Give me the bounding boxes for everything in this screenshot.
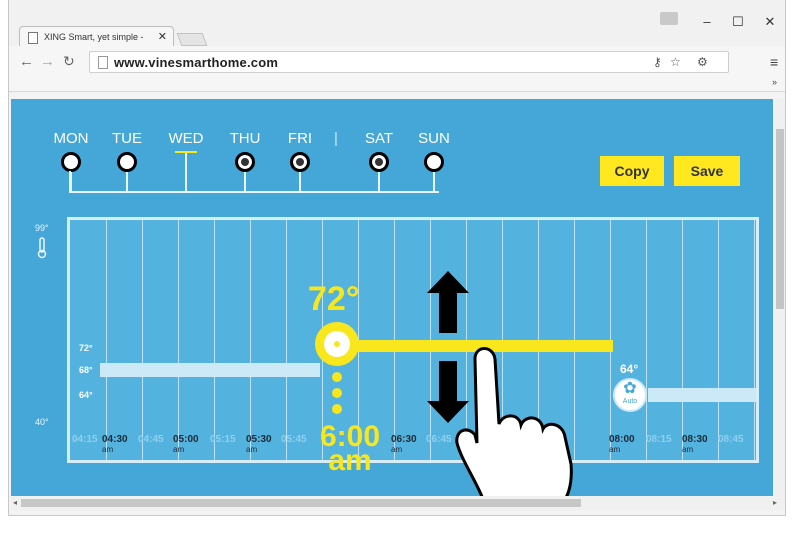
grid-line bbox=[250, 220, 251, 460]
extension-icon[interactable]: ⚙ bbox=[697, 55, 708, 69]
day-wed[interactable]: WED bbox=[166, 130, 206, 191]
chevron-icon[interactable]: » bbox=[772, 77, 777, 87]
reload-icon[interactable]: ↻ bbox=[63, 53, 75, 70]
day-toggle[interactable] bbox=[290, 152, 310, 172]
auto-label: Auto bbox=[622, 398, 638, 405]
vertical-scrollbar[interactable] bbox=[775, 99, 785, 496]
grid-line bbox=[106, 220, 107, 460]
browser-window: XING Smart, yet simple - ✕ – ☐ ✕ ← → ↻ w… bbox=[8, 0, 786, 516]
grid-line bbox=[178, 220, 179, 460]
menu-icon[interactable]: ≡ bbox=[770, 54, 778, 70]
close-tab-icon[interactable]: ✕ bbox=[158, 30, 167, 43]
day-fri[interactable]: FRI bbox=[280, 130, 320, 191]
y-max-label: 99° bbox=[35, 223, 49, 233]
connector-line bbox=[69, 171, 71, 191]
day-toggle[interactable] bbox=[61, 152, 81, 172]
maximize-button[interactable]: ☐ bbox=[723, 14, 753, 30]
url-text: www.vinesmarthome.com bbox=[114, 55, 279, 70]
temp-bar-auto bbox=[648, 388, 756, 402]
key-icon[interactable]: ⚷ bbox=[653, 55, 662, 69]
scroll-left-icon[interactable]: ◂ bbox=[13, 498, 17, 507]
current-temp: 72° bbox=[308, 280, 360, 318]
grid-line bbox=[754, 220, 755, 460]
address-bar[interactable]: www.vinesmarthome.com ⚷ ☆ ⚙ bbox=[89, 51, 729, 73]
time-label: 06:30 am bbox=[391, 434, 417, 455]
thermostat-page: MON TUE WED THU FRI SAT SUN | Copy Save 99° 40°… bbox=[11, 99, 773, 496]
day-toggle[interactable] bbox=[117, 152, 137, 172]
day-toggle[interactable] bbox=[369, 152, 389, 172]
hand-cursor-icon bbox=[455, 347, 573, 496]
time-label: 08:30 am bbox=[682, 434, 708, 455]
handle-dots bbox=[332, 372, 342, 414]
temp-label-72: 72° bbox=[79, 343, 93, 353]
y-min-label: 40° bbox=[35, 417, 49, 427]
day-sat[interactable]: SAT bbox=[359, 130, 399, 191]
temp-label-64: 64° bbox=[79, 390, 93, 400]
weekend-separator: | bbox=[334, 130, 338, 147]
time-label: 06:45 bbox=[426, 434, 452, 445]
time-label: 05:30 am bbox=[246, 434, 272, 455]
schedule-graph[interactable]: 72° 68° 64° 72° 64° ✿ Auto 04:15 04:30 am 0… bbox=[67, 217, 759, 476]
time-label: 08:15 bbox=[646, 434, 672, 445]
auto-temp-label: 64° bbox=[620, 362, 639, 376]
grid-line bbox=[214, 220, 215, 460]
bookmark-star-icon[interactable]: ☆ bbox=[670, 55, 681, 69]
day-toggle[interactable] bbox=[235, 152, 255, 172]
time-label: 05:45 bbox=[281, 434, 307, 445]
back-arrow-icon[interactable]: ← bbox=[19, 53, 34, 70]
day-toggle[interactable] bbox=[424, 152, 444, 172]
day-mon[interactable]: MON bbox=[51, 130, 91, 191]
temp-bar-low bbox=[100, 363, 320, 377]
time-label: 05:15 bbox=[210, 434, 236, 445]
grid-line bbox=[682, 220, 683, 460]
tab-title: XING Smart, yet simple - bbox=[44, 32, 144, 42]
up-arrow-icon bbox=[427, 271, 469, 333]
browser-toolbar: ← → ↻ www.vinesmarthome.com ⚷ ☆ ⚙ ≡ » bbox=[9, 46, 785, 92]
time-label: 05:00 am bbox=[173, 434, 199, 455]
time-label: 08:45 bbox=[718, 434, 744, 445]
time-handle[interactable] bbox=[315, 322, 359, 366]
time-label: 04:30 am bbox=[102, 434, 128, 455]
current-time: 6:00 am bbox=[319, 420, 381, 477]
grid-line bbox=[718, 220, 719, 460]
thermometer-icon bbox=[37, 237, 47, 259]
time-label: 04:15 bbox=[72, 434, 98, 445]
day-thu[interactable]: THU bbox=[225, 130, 265, 191]
save-button[interactable]: Save bbox=[674, 156, 740, 186]
temp-label-68: 68° bbox=[79, 365, 93, 375]
connector-line bbox=[69, 191, 439, 193]
time-label: 08:00 am bbox=[609, 434, 635, 455]
grid-line bbox=[286, 220, 287, 460]
day-tue[interactable]: TUE bbox=[107, 130, 147, 191]
user-icon[interactable] bbox=[660, 12, 678, 25]
title-bar: XING Smart, yet simple - ✕ – ☐ ✕ bbox=[9, 0, 785, 48]
time-label: 04:45 bbox=[138, 434, 164, 445]
page-icon bbox=[28, 32, 38, 44]
browser-tab[interactable]: XING Smart, yet simple - ✕ bbox=[19, 26, 174, 48]
horizontal-scrollbar[interactable]: ◂ ▸ bbox=[11, 496, 785, 510]
minimize-button[interactable]: – bbox=[692, 14, 722, 29]
scroll-right-icon[interactable]: ▸ bbox=[773, 498, 777, 507]
forward-arrow-icon[interactable]: → bbox=[40, 53, 55, 70]
copy-button[interactable]: Copy bbox=[600, 156, 664, 186]
page-icon bbox=[98, 56, 108, 69]
close-window-button[interactable]: ✕ bbox=[755, 14, 785, 30]
auto-fan-button[interactable]: ✿ Auto bbox=[613, 378, 647, 412]
grid-line bbox=[646, 220, 647, 460]
day-sun[interactable]: SUN bbox=[414, 130, 454, 191]
fan-icon: ✿ bbox=[623, 380, 637, 397]
grid-line bbox=[142, 220, 143, 460]
new-tab-button[interactable] bbox=[176, 33, 208, 46]
